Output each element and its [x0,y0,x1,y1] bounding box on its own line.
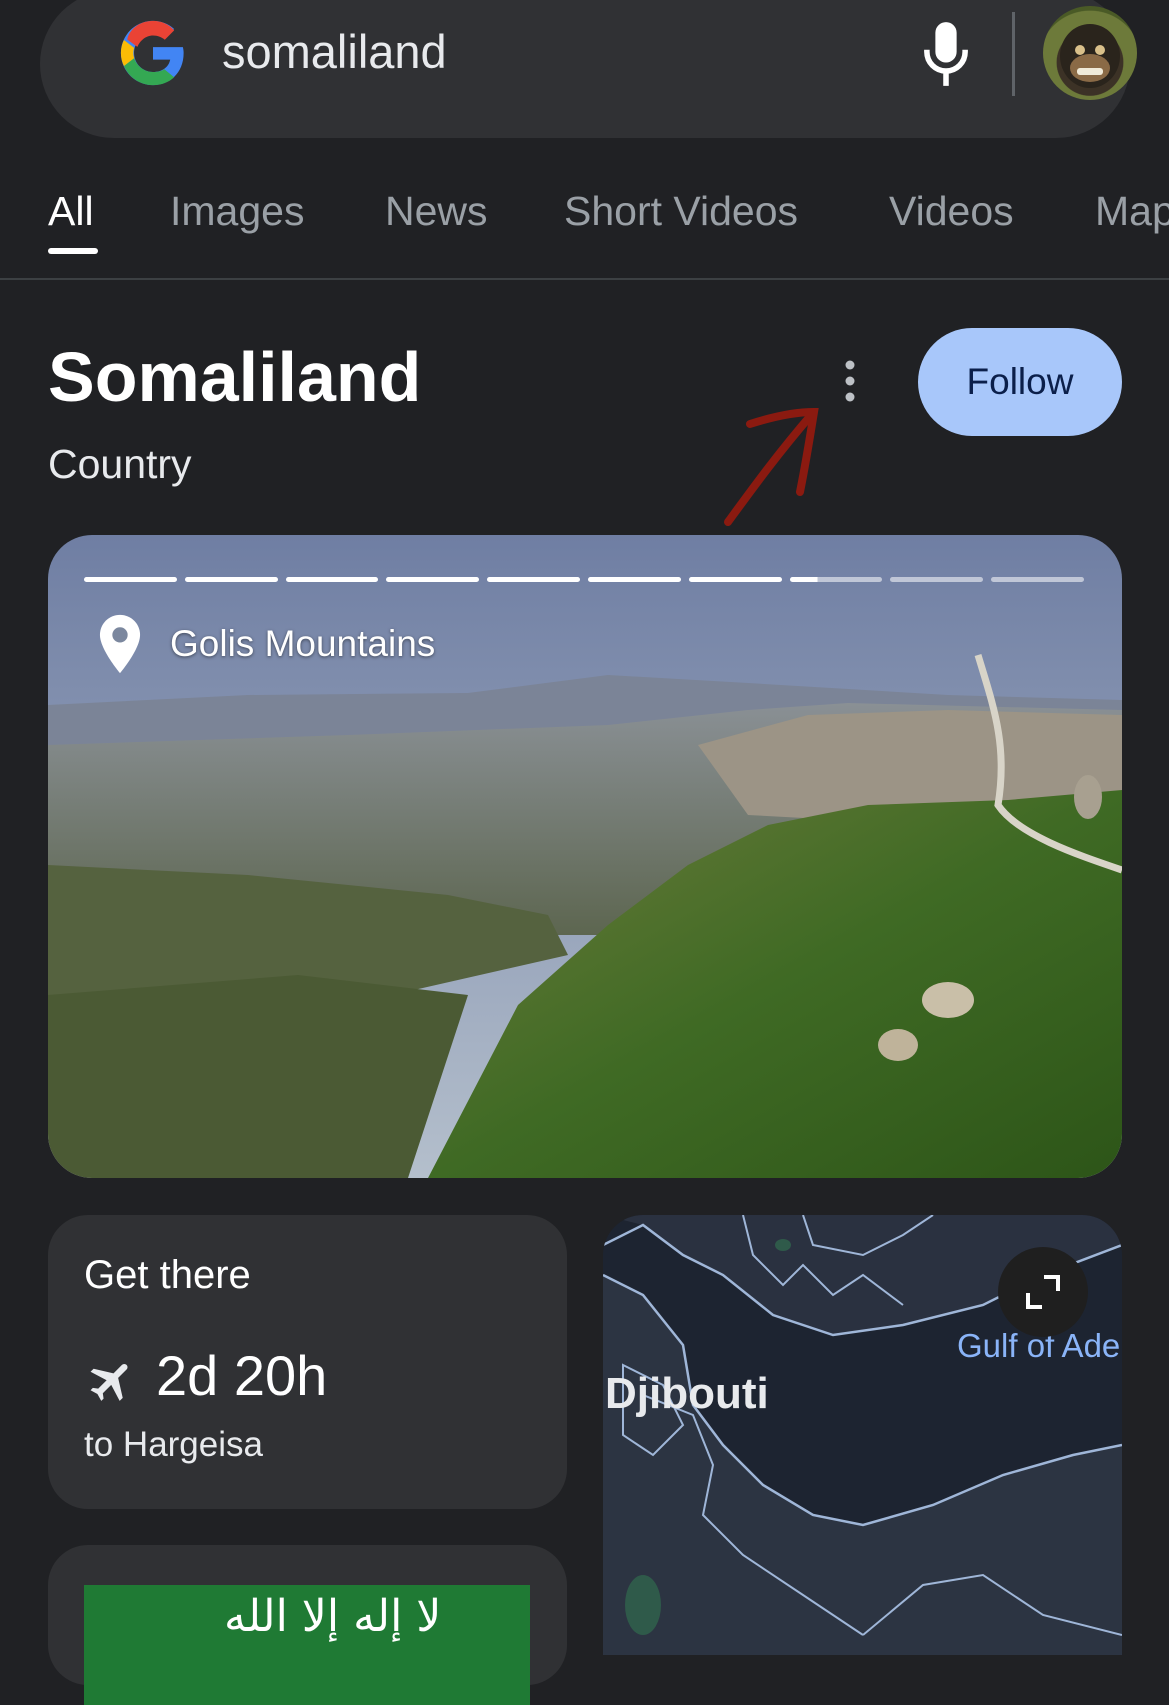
annotation-arrow [724,407,819,526]
carousel-progress [84,577,1084,582]
search-query[interactable]: somaliland [222,24,447,79]
search-divider [1012,12,1015,96]
panel-title: Somaliland [48,338,422,416]
flag-script: ﻻ إله إلا الله [224,1591,442,1642]
tab-news[interactable]: News [385,188,488,235]
carousel-segment [184,577,278,582]
flag-image: ﻻ إله إلا الله [84,1585,530,1705]
panel-subtitle: Country [48,441,192,487]
carousel-segment [991,577,1084,582]
expand-icon [1026,1275,1060,1309]
active-tab-indicator [48,248,98,254]
microphone-icon[interactable] [920,20,972,88]
airplane-icon [90,1363,128,1401]
carousel-segment [789,577,883,582]
carousel-segment [587,577,681,582]
travel-duration: 2d 20h [156,1344,328,1407]
carousel-segment [688,577,782,582]
get-there-card[interactable]: Get there 2d 20h to Hargeisa [48,1215,567,1509]
avatar[interactable] [1043,6,1137,100]
map-card[interactable]: Djibouti Gulf of Ade [603,1215,1122,1655]
get-there-title: Get there [84,1253,251,1297]
more-options-icon[interactable] [832,355,868,407]
follow-button[interactable]: Follow [918,328,1122,436]
carousel-segment [890,577,984,582]
flag-card[interactable]: ﻻ إله إلا الله [48,1545,567,1705]
search-tabs: All Images News Short Videos Videos Maps [0,158,1169,280]
location-pin-icon [99,614,141,674]
map-label-djibouti: Djibouti [605,1369,769,1418]
carousel-segment [285,577,379,582]
tab-images[interactable]: Images [170,188,304,235]
hero-image-carousel[interactable]: Golis Mountains [48,535,1122,1178]
search-bar[interactable]: somaliland [40,0,1137,138]
carousel-segment [84,577,177,582]
tab-videos[interactable]: Videos [889,188,1014,235]
tab-all[interactable]: All [48,188,94,235]
hero-place-label: Golis Mountains [170,623,436,664]
tab-maps[interactable]: Maps [1095,188,1169,235]
carousel-segment [487,577,580,582]
travel-destination: to Hargeisa [84,1425,263,1464]
carousel-segment [386,577,480,582]
google-logo-icon [120,20,184,86]
search-header: somaliland [0,0,1169,158]
tab-short-videos[interactable]: Short Videos [564,188,798,235]
expand-map-button[interactable] [998,1247,1088,1337]
